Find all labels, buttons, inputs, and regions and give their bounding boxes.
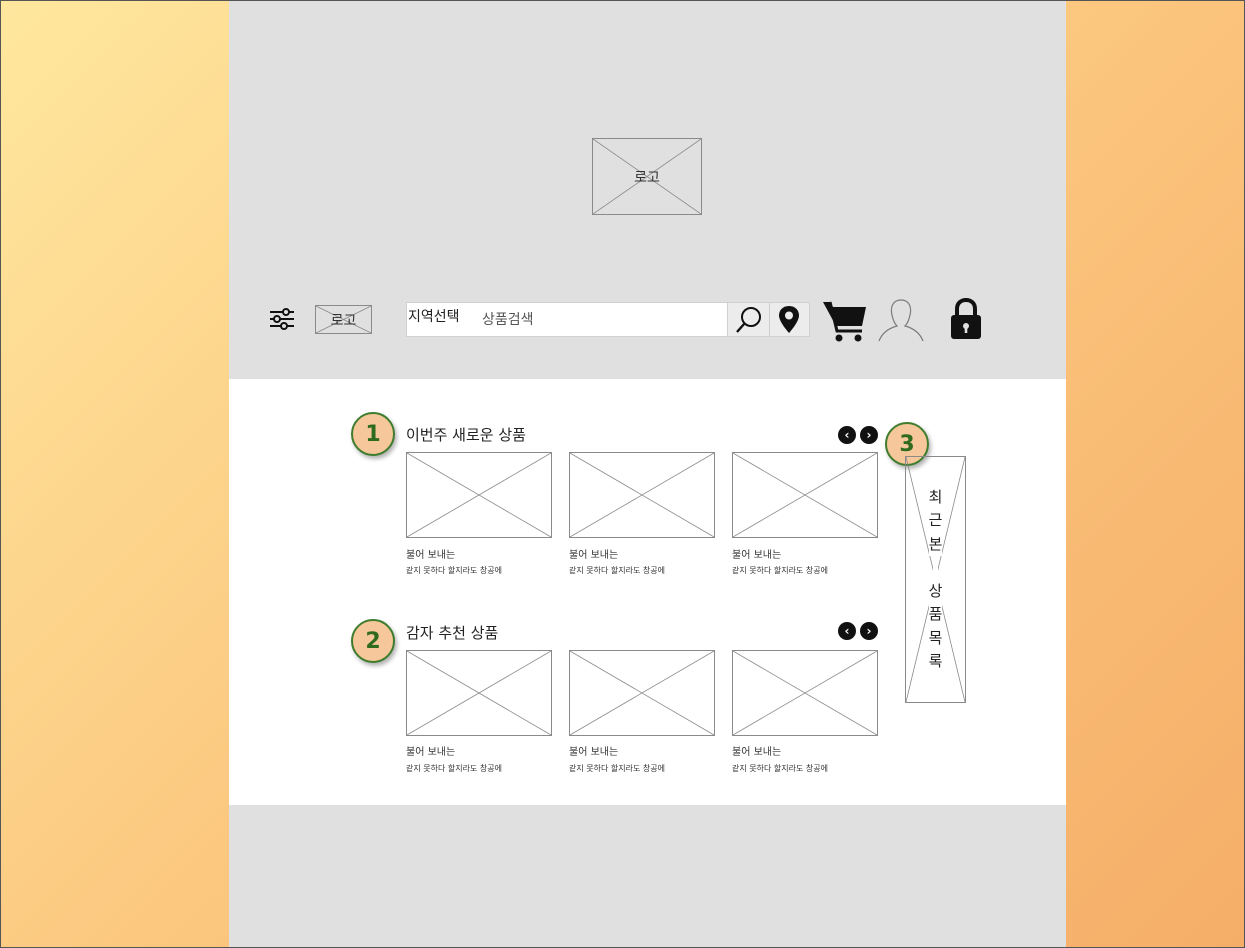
chevron-right-icon: ›: [866, 624, 872, 638]
hero-logo[interactable]: 로고: [592, 138, 702, 215]
product-desc: 같지 못하다 할지라도 창공에: [569, 566, 665, 575]
header-logo[interactable]: 로고: [315, 305, 372, 334]
product-title[interactable]: 불어 보내는: [732, 743, 781, 758]
recent-char: 근: [928, 509, 943, 533]
prev-button[interactable]: ‹: [838, 426, 856, 444]
recent-char: 본: [928, 532, 943, 556]
product-desc: 같지 못하다 할지라도 창공에: [406, 764, 502, 773]
next-button[interactable]: ›: [860, 426, 878, 444]
product-image[interactable]: [732, 650, 878, 736]
product-desc: 같지 못하다 할지라도 창공에: [406, 566, 502, 575]
recent-char: 품: [928, 603, 943, 627]
product-title[interactable]: 불어 보내는: [406, 743, 455, 758]
product-desc: 같지 못하다 할지라도 창공에: [732, 566, 828, 575]
search-input[interactable]: [482, 303, 722, 336]
map-pin-icon: [779, 306, 799, 333]
chevron-left-icon: ‹: [844, 428, 850, 442]
product-title[interactable]: 불어 보내는: [569, 743, 618, 758]
lock-icon[interactable]: [946, 297, 986, 341]
next-button[interactable]: ›: [860, 622, 878, 640]
recent-char: 록: [928, 650, 943, 674]
canvas-background: 로고 로고 지역선택 상품검색 1 이번주 새로운 상품 ‹ › 불어 보내는 …: [0, 0, 1245, 948]
recent-char: 상: [928, 579, 943, 603]
page: 로고 로고 지역선택 상품검색 1 이번주 새로운 상품 ‹ › 불어 보내는 …: [229, 1, 1066, 947]
chevron-right-icon: ›: [866, 428, 872, 442]
header-logo-label: 로고: [330, 312, 357, 329]
callout-badge-1: 1: [351, 412, 395, 456]
callout-badge-2: 2: [351, 619, 395, 663]
sliders-icon[interactable]: [269, 308, 295, 330]
recent-char: 목: [928, 626, 943, 650]
search-button[interactable]: [727, 303, 769, 336]
recent-items-panel[interactable]: 최 근 본 상 품 목 록: [905, 456, 966, 703]
cart-icon[interactable]: [822, 299, 868, 343]
hero-logo-label: 로고: [634, 169, 660, 186]
section-title-recommend: 감자 추천 상품: [406, 624, 499, 642]
product-title[interactable]: 불어 보내는: [732, 546, 781, 561]
location-button[interactable]: [769, 303, 809, 336]
product-image[interactable]: [406, 452, 552, 538]
prev-button[interactable]: ‹: [838, 622, 856, 640]
recent-items-label: 최 근 본 상 품 목 록: [906, 457, 965, 702]
product-image[interactable]: [569, 452, 715, 538]
search-bar: 지역선택: [406, 302, 810, 337]
product-desc: 같지 못하다 할지라도 창공에: [569, 764, 665, 773]
recent-char: 최: [928, 485, 943, 509]
region-select[interactable]: 지역선택: [407, 303, 476, 336]
product-desc: 같지 못하다 할지라도 창공에: [732, 764, 828, 773]
product-title[interactable]: 불어 보내는: [406, 546, 455, 561]
user-icon[interactable]: [876, 297, 926, 343]
section-title-new: 이번주 새로운 상품: [406, 426, 526, 444]
product-image[interactable]: [732, 452, 878, 538]
product-title[interactable]: 불어 보내는: [569, 546, 618, 561]
chevron-left-icon: ‹: [844, 624, 850, 638]
recent-char: [933, 556, 938, 580]
product-image[interactable]: [406, 650, 552, 736]
product-image[interactable]: [569, 650, 715, 736]
search-icon: [736, 307, 761, 333]
